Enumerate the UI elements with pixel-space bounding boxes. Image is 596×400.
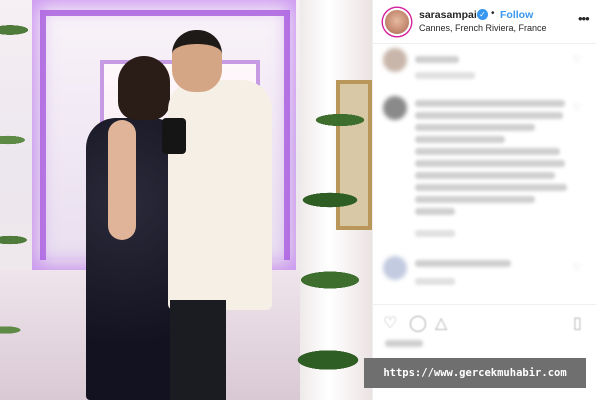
comment-text-blurred [415,196,535,203]
smartphone [162,118,186,154]
comment-meta-blurred [415,278,455,285]
comment-text-blurred [415,260,511,267]
comment-text-blurred [415,148,560,155]
comment-text-blurred [415,136,505,143]
separator-dot: • [491,8,495,19]
watermark-banner: https://www.gercekmuhabir.com [364,358,586,388]
comment-text-blurred [415,56,459,63]
commenter-avatar[interactable] [383,256,407,280]
comment-text-blurred [415,100,565,107]
palm-plant-right [270,110,372,400]
comment-item: ♡ [383,96,593,246]
comment-text-blurred [415,160,565,167]
palm-plant-left [0,0,50,360]
comment-text-blurred [415,208,455,215]
location-link[interactable]: Cannes, French Riviera, France [419,23,547,33]
comment-text-blurred [415,124,535,131]
comment-item: ♡ [383,48,593,88]
comment-icon[interactable]: ◯ [409,313,427,333]
comment-like-icon[interactable]: ♡ [573,102,582,112]
man-in-white-tuxedo [168,80,272,310]
heart-icon[interactable]: ♡ [383,313,397,333]
woman-head [118,56,170,120]
share-icon[interactable]: △ [435,313,447,333]
comment-meta-blurred [415,72,475,79]
comment-text-blurred [415,184,567,191]
man-head [172,30,222,92]
bookmark-icon[interactable]: ▯ [573,313,582,333]
comment-like-icon[interactable]: ♡ [573,262,582,272]
follow-button[interactable]: Follow [500,9,533,21]
comment-like-icon[interactable]: ♡ [573,54,582,64]
comment-item: ♡ [383,256,593,296]
woman-bare-back [108,120,136,240]
avatar[interactable] [383,8,411,36]
verified-badge-icon: ✓ [477,9,488,20]
commenter-avatar[interactable] [383,96,407,120]
comment-text-blurred [415,112,563,119]
likes-count-blurred [385,340,423,347]
post-sidebar: sarasampaio ✓ • Follow Cannes, French Ri… [372,0,596,400]
username-link[interactable]: sarasampaio [419,9,483,21]
comment-meta-blurred [415,230,455,237]
action-bar: ♡ ◯ △ ▯ [373,304,596,338]
comment-text-blurred [415,172,555,179]
more-options-icon[interactable]: ••• [578,11,590,26]
post-photo[interactable] [0,0,372,400]
post-header: sarasampaio ✓ • Follow Cannes, French Ri… [373,0,596,44]
commenter-avatar[interactable] [383,48,407,72]
man-black-trousers [170,300,226,400]
